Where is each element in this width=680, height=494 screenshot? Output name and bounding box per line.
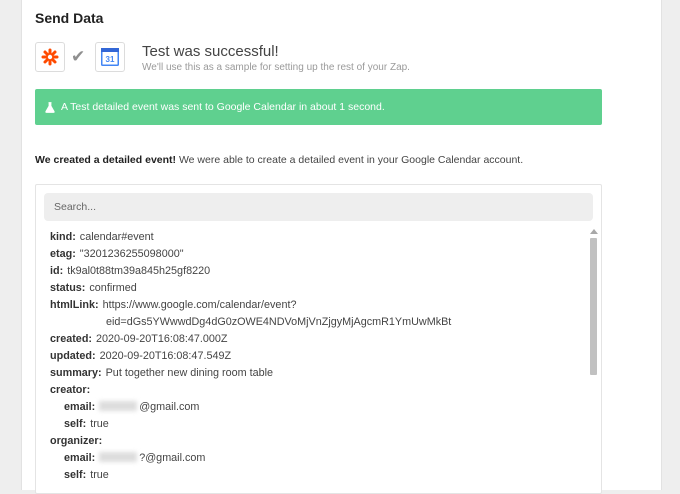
field-htmllink: htmlLink: https://www.google.com/calendar… [50,299,297,311]
htmllink-value[interactable]: https://www.google.com/calendar/event? [103,299,297,311]
field-htmllink-continued: eid=dGs5YWwwdDg4dG0zOWE4NDVoMjVnZjgyMjAg… [106,316,452,328]
field-kind: kind: calendar#event [50,231,154,243]
result-description: We created a detailed event! We were abl… [35,154,523,166]
redacted-text [99,401,138,411]
test-success-title: Test was successful! [142,43,279,60]
field-id: id: tk9al0t88tm39a845h25gf8220 [50,265,211,277]
result-description-bold: We created a detailed event! [35,154,177,166]
result-description-text: We were able to create a detailed event … [176,154,524,166]
section-title: Send Data [35,10,104,26]
field-organizer-email: email: ?@gmail.com [64,452,206,464]
field-status: status: confirmed [50,282,137,294]
field-creator-email: email: @gmail.com [64,401,200,413]
field-etag: etag: "3201236255098000" [50,248,184,260]
field-creator-self: self: true [64,418,109,430]
redacted-text [99,452,138,462]
scrollbar-thumb[interactable] [590,238,597,375]
google-calendar-icon: 31 [95,42,125,72]
scrollbar[interactable] [588,229,599,493]
event-data-box[interactable]: kind:calendar#event etag:"32012362550980… [35,184,602,494]
success-banner: A Test detailed event was sent to Google… [35,89,602,125]
calendar-day-number: 31 [106,55,115,64]
banner-text: A Test detailed event was sent to Google… [61,101,385,113]
test-success-subtitle: We'll use this as a sample for setting u… [142,62,410,73]
flask-icon [45,101,55,113]
zapier-icon [35,42,65,72]
field-summary: summary: Put together new dining room tab… [50,367,274,379]
field-updated: updated: 2020-09-20T16:08:47.549Z [50,350,232,362]
field-organizer-self: self: true [64,469,109,481]
field-created: created: 2020-09-20T16:08:47.000Z [50,333,228,345]
scroll-up-arrow-icon[interactable] [590,229,598,234]
field-organizer: organizer: [50,435,103,447]
check-icon: ✔ [71,47,86,66]
search-input[interactable] [44,193,593,221]
field-creator: creator: [50,384,91,396]
